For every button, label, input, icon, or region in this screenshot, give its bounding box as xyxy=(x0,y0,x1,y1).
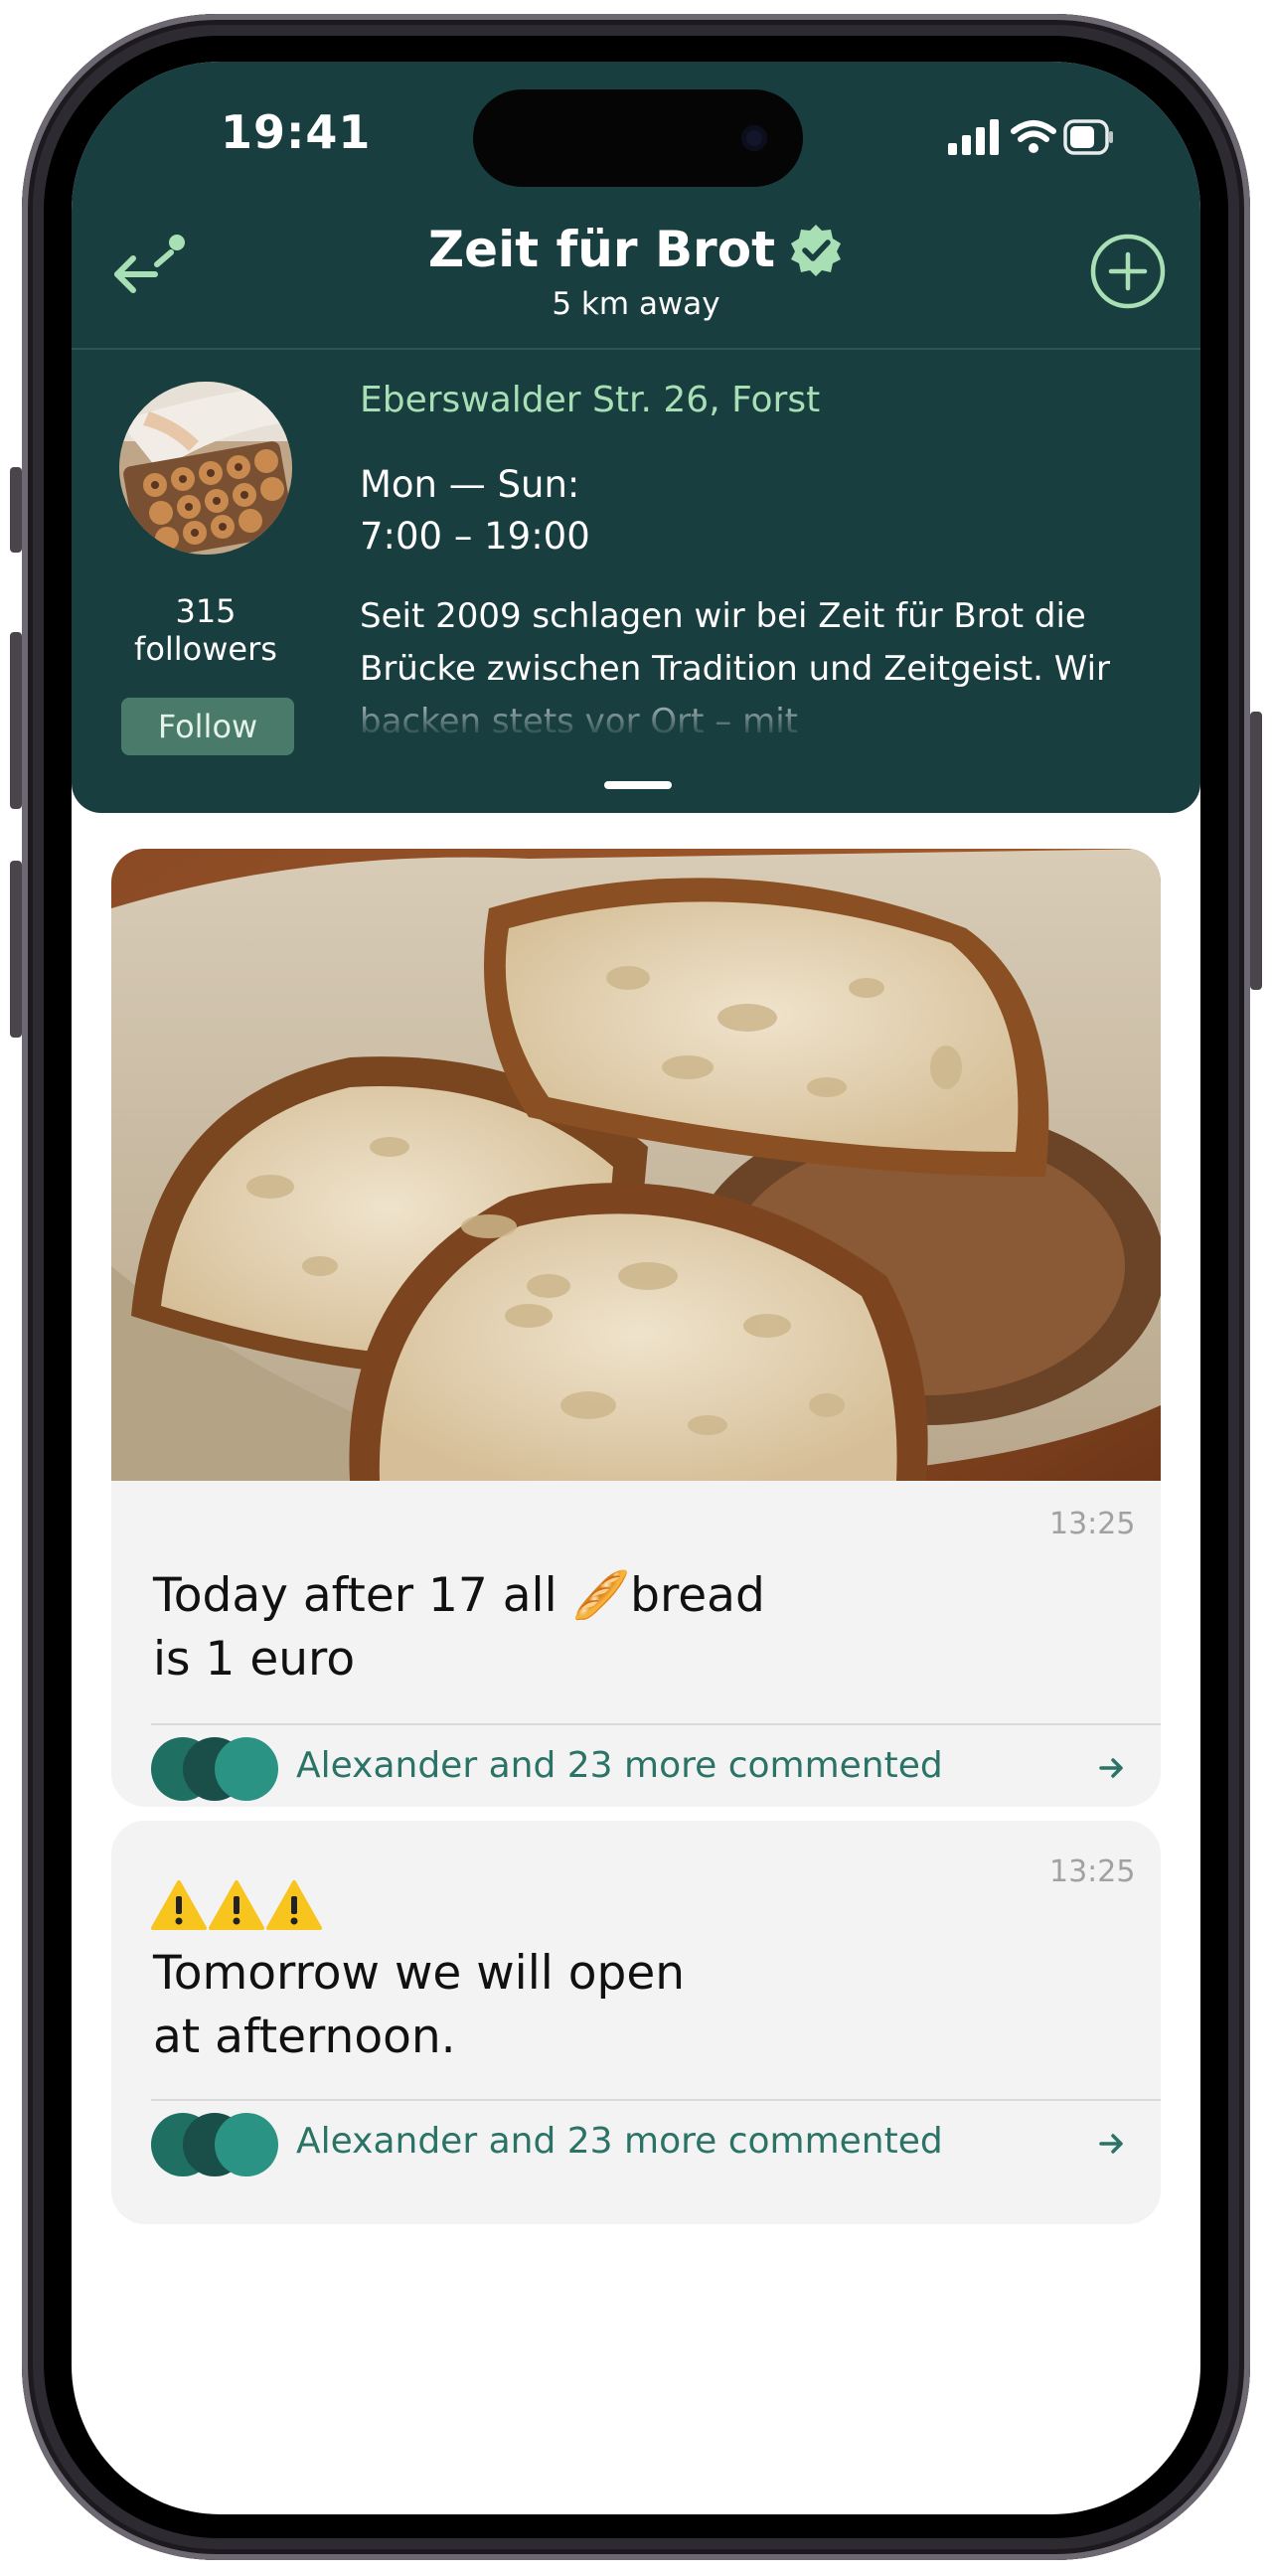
phone-mockup: 19:41 Zeit für Brot 5 km away 315 follow… xyxy=(0,0,1272,2576)
arrow-right-icon xyxy=(1099,1758,1123,1778)
volume-up-button xyxy=(10,632,22,809)
wifi-icon xyxy=(1011,120,1056,153)
back-button[interactable] xyxy=(109,233,189,302)
card-divider xyxy=(151,2099,1161,2101)
card-divider xyxy=(151,1723,1161,1725)
commenter-avatars xyxy=(151,1737,278,1801)
comments-link[interactable]: Alexander and 23 more commented xyxy=(151,2109,1125,2178)
opening-hours-value: 7:00 – 19:00 xyxy=(360,515,590,558)
post-text: Today after 17 all 🥖bread is 1 euro xyxy=(153,1564,968,1691)
header-divider xyxy=(72,348,1200,350)
add-button[interactable] xyxy=(1089,233,1167,310)
opening-hours-label: Mon — Sun: xyxy=(360,463,580,506)
followers-label: followers xyxy=(134,630,277,668)
warning-icon xyxy=(266,1880,322,1930)
page-title: Zeit für Brot xyxy=(427,221,775,278)
post-text-line: at afternoon. xyxy=(153,2010,456,2064)
post-timestamp: 13:25 xyxy=(1049,1854,1136,1889)
address-link[interactable]: Eberswalder Str. 26, Forst xyxy=(360,380,820,420)
post-text-line: Tomorrow we will open xyxy=(153,1946,686,2001)
post-card[interactable]: 13:25 Today after 17 all 🥖bread is 1 eur… xyxy=(111,849,1161,1807)
notification-dot xyxy=(169,235,185,250)
post-card[interactable]: 13:25 Tomorrow we will open at afternoon… xyxy=(111,1821,1161,2224)
post-text-line: is 1 euro xyxy=(153,1632,356,1687)
dynamic-island xyxy=(473,89,803,187)
comments-link[interactable]: Alexander and 23 more commented xyxy=(151,1733,1125,1803)
arrow-left-icon xyxy=(114,249,174,293)
status-icons xyxy=(948,119,1113,155)
warning-icon xyxy=(209,1880,264,1930)
distance-label: 5 km away xyxy=(552,286,720,322)
battery-icon xyxy=(1063,119,1113,155)
status-time: 19:41 xyxy=(221,105,372,159)
comments-summary: Alexander and 23 more commented xyxy=(296,2121,943,2162)
signal-icon xyxy=(948,119,999,155)
warning-emojis xyxy=(151,1880,322,1930)
arrow-right-icon xyxy=(1099,2134,1123,2154)
camera-icon xyxy=(741,125,767,151)
post-text: Tomorrow we will open at afternoon. xyxy=(153,1942,968,2069)
bakery-header: 19:41 Zeit für Brot 5 km away 315 follow… xyxy=(72,62,1200,813)
commenter-avatars xyxy=(151,2113,278,2176)
expand-handle[interactable] xyxy=(604,781,672,789)
app-screen: 19:41 Zeit für Brot 5 km away 315 follow… xyxy=(72,62,1200,2514)
followers-info: 315 followers xyxy=(101,592,310,668)
power-button xyxy=(1250,712,1262,990)
plus-circle-icon xyxy=(1090,234,1166,309)
mute-switch xyxy=(10,467,22,553)
bread-photo xyxy=(111,849,1161,1481)
warning-icon xyxy=(151,1880,207,1930)
comments-summary: Alexander and 23 more commented xyxy=(296,1745,943,1786)
volume-down-button xyxy=(10,861,22,1038)
verified-badge-icon xyxy=(791,225,842,276)
post-text-line: Today after 17 all 🥖bread xyxy=(153,1568,765,1623)
followers-count: 315 xyxy=(175,592,237,630)
post-timestamp: 13:25 xyxy=(1049,1507,1136,1541)
bakery-avatar[interactable] xyxy=(119,382,292,555)
header-title-group: Zeit für Brot 5 km away xyxy=(338,221,934,322)
bakery-description: Seit 2009 schlagen wir bei Zeit für Brot… xyxy=(360,596,1111,741)
follow-button[interactable]: Follow xyxy=(121,698,294,755)
